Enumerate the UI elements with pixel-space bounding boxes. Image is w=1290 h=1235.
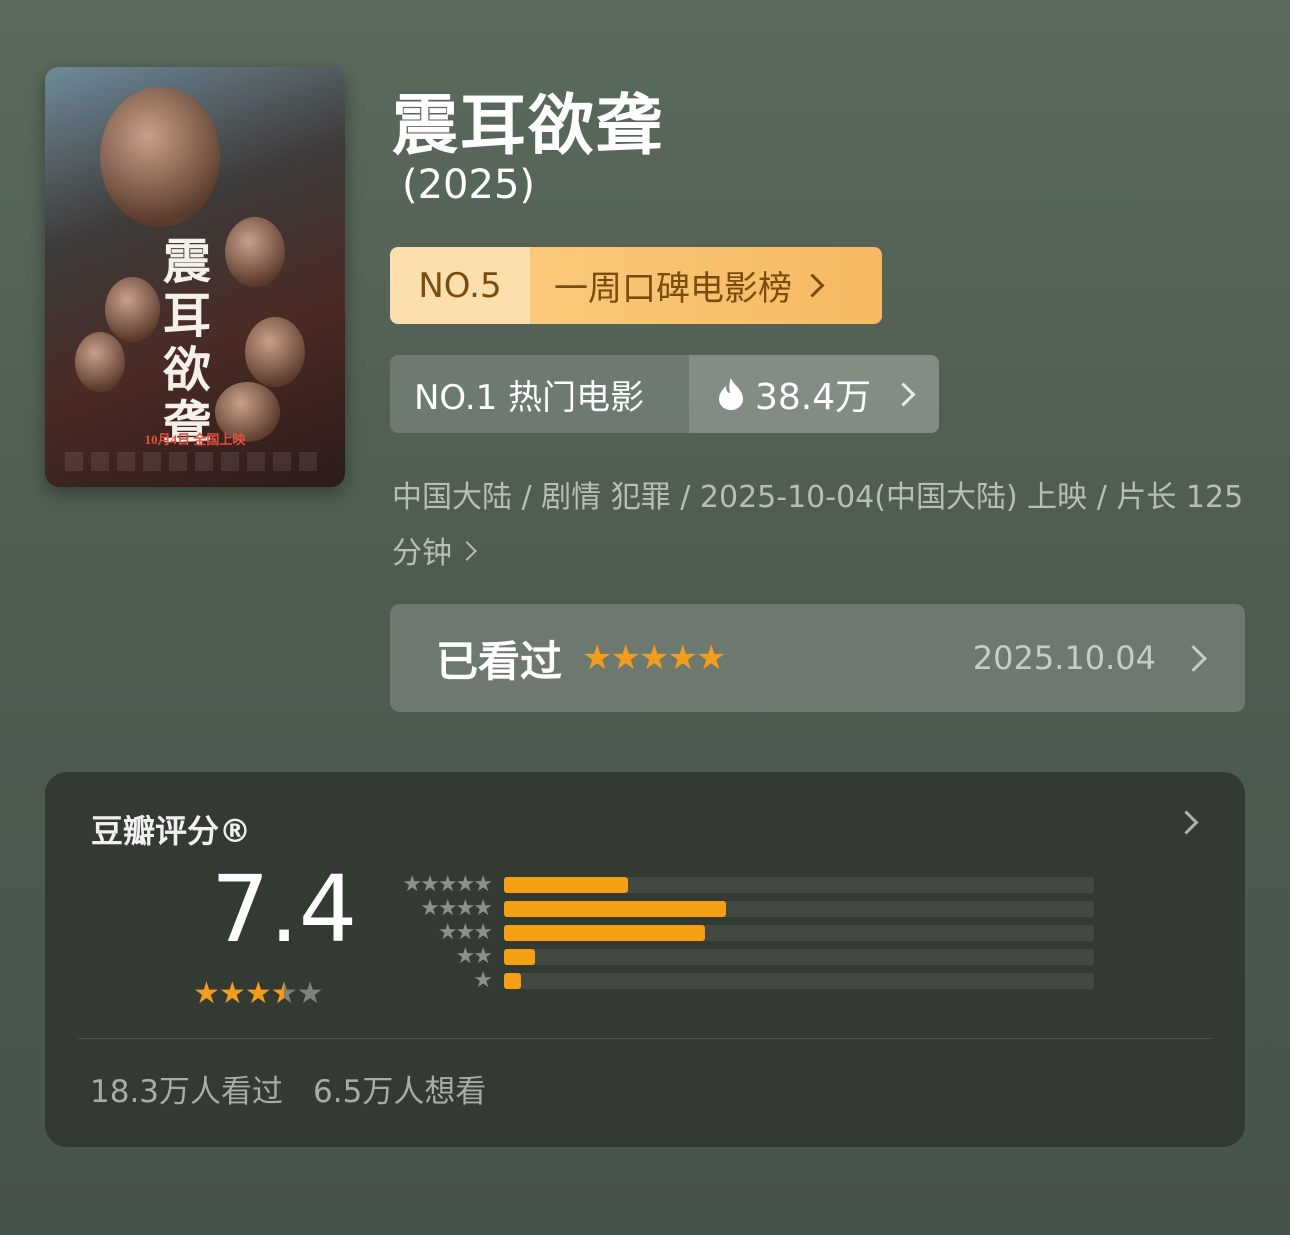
chevron-right-icon — [800, 273, 825, 298]
poster-actor-image — [225, 217, 285, 287]
distribution-stars: ★★★ — [437, 920, 493, 945]
distribution-track — [504, 877, 1094, 893]
distribution-track — [504, 925, 1094, 941]
distribution-row: ★★★ — [383, 920, 1103, 946]
weekly-ranking-badge[interactable]: NO.5 一周口碑电影榜 — [390, 247, 882, 324]
want-count[interactable]: 6.5万人想看 — [313, 1074, 486, 1110]
distribution-stars: ★★★★ — [420, 896, 493, 921]
star-empty-icon: ★ — [296, 976, 324, 1011]
rating-distribution: ★★★★★ ★★★★ ★★★ ★★ ★ — [383, 872, 1103, 994]
watched-date: 2025.10.04 — [972, 639, 1156, 677]
distribution-track — [504, 973, 1094, 989]
meta-text: 中国大陆 / 剧情 犯罪 / 2025-10-04(中国大陆) 上映 / 片长 … — [392, 480, 1244, 571]
rating-score: 7.4 — [211, 856, 358, 963]
distribution-bar — [504, 949, 536, 965]
movie-meta-info[interactable]: 中国大陆 / 剧情 犯罪 / 2025-10-04(中国大陆) 上映 / 片长 … — [392, 470, 1252, 582]
hot-ranking-badge[interactable]: NO.1 热门电影 38.4万 — [390, 355, 939, 433]
poster-actor-image — [245, 317, 305, 387]
watched-status-bar[interactable]: 已看过 ★★★★★ 2025.10.04 — [390, 604, 1245, 712]
distribution-stars: ★★★★★ — [402, 872, 493, 897]
distribution-bar — [504, 925, 706, 941]
watched-count[interactable]: 18.3万人看过 — [90, 1074, 283, 1110]
chevron-right-icon — [891, 381, 916, 407]
distribution-row: ★★★★★ — [383, 872, 1103, 898]
star-half-icon: ★ — [271, 976, 298, 1011]
movie-title: 震耳欲聋 — [392, 87, 664, 164]
star-full-icon: ★ — [218, 976, 246, 1011]
watched-label: 已看过 — [436, 636, 563, 686]
poster-actor-image — [75, 332, 125, 392]
douban-rating-card[interactable]: 豆瓣评分® 7.4 ★★★★★ ★★★★★★★★★★★★★★★ 18.3万人看过… — [45, 772, 1245, 1147]
distribution-row: ★★ — [383, 944, 1103, 970]
hot-rank-label: NO.1 热门电影 — [390, 355, 689, 433]
chevron-right-icon — [1180, 644, 1207, 672]
distribution-track — [504, 949, 1094, 965]
rating-counts: 18.3万人看过 6.5万人想看 — [90, 1066, 486, 1111]
movie-poster[interactable]: 震耳欲聋 10月4日 全国上映 — [45, 67, 345, 487]
divider — [78, 1038, 1212, 1039]
rating-header: 豆瓣评分® — [91, 812, 252, 850]
chevron-right-icon[interactable] — [1174, 810, 1199, 835]
distribution-stars: ★ — [473, 968, 493, 993]
distribution-bar — [504, 973, 522, 989]
star-full-icon: ★ — [193, 976, 220, 1011]
distribution-row: ★★★★ — [383, 896, 1103, 922]
poster-actor-image — [100, 87, 220, 227]
distribution-track — [504, 901, 1094, 917]
user-rating-stars: ★★★★★ — [582, 638, 726, 678]
distribution-bar — [504, 901, 726, 917]
weekly-rank-label: 一周口碑电影榜 — [554, 269, 792, 309]
distribution-row: ★ — [383, 968, 1103, 994]
rating-score-stars: ★★★★ ★ — [193, 976, 324, 1011]
heat-value: 38.4万 — [755, 377, 872, 418]
poster-credits — [65, 452, 325, 471]
poster-release-text: 10月4日 全国上映 — [144, 432, 246, 447]
distribution-stars: ★★ — [455, 944, 493, 969]
flame-icon — [719, 378, 743, 410]
poster-actor-image — [105, 277, 160, 342]
weekly-rank-number: NO.5 — [390, 247, 530, 324]
movie-year: (2025) — [402, 162, 536, 208]
star-full-icon: ★ — [244, 976, 272, 1011]
distribution-bar — [504, 877, 628, 893]
poster-title: 震耳欲聋 — [162, 234, 211, 452]
chevron-right-icon — [457, 540, 477, 561]
